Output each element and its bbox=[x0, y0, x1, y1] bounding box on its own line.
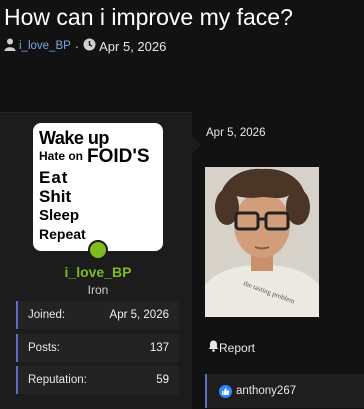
stat-value: 59 bbox=[156, 374, 169, 386]
reaction-user-link[interactable]: anthony267 bbox=[236, 385, 296, 397]
clock-icon bbox=[83, 38, 96, 54]
stat-posts: Posts: 137 bbox=[16, 334, 179, 362]
thread-meta: i_love_BP · Apr 5, 2026 bbox=[4, 38, 166, 54]
avatar[interactable]: Wake up Hate on FOID'S Eat Shit Sleep Re… bbox=[33, 123, 163, 251]
stat-reputation: Reputation: 59 bbox=[16, 366, 179, 394]
stat-label: Joined: bbox=[28, 309, 66, 321]
avatar-text: Wake up bbox=[39, 128, 109, 148]
sidebar-username[interactable]: i_love_BP bbox=[0, 264, 196, 280]
report-button[interactable]: Report bbox=[208, 340, 255, 355]
avatar-text: Eat bbox=[39, 168, 69, 187]
post-date[interactable]: Apr 5, 2026 bbox=[206, 127, 265, 139]
bell-icon bbox=[208, 340, 219, 355]
thread-date[interactable]: Apr 5, 2026 bbox=[99, 39, 166, 54]
post-image[interactable]: the tasting problem bbox=[205, 167, 319, 317]
stat-value: 137 bbox=[149, 342, 169, 354]
avatar-text: Repeat bbox=[39, 226, 86, 242]
thread-title: How can i improve my face? bbox=[4, 4, 293, 30]
meta-separator: · bbox=[74, 38, 80, 54]
report-label: Report bbox=[219, 340, 256, 355]
like-icon bbox=[219, 384, 232, 398]
stat-joined: Joined: Apr 5, 2026 bbox=[16, 301, 179, 329]
sidebar-pointer bbox=[192, 136, 201, 154]
user-rank: Iron bbox=[87, 283, 109, 297]
avatar-text: FOID'S bbox=[87, 146, 150, 167]
avatar-text: Hate on bbox=[39, 149, 84, 163]
author-link[interactable]: i_love_BP bbox=[19, 40, 71, 52]
stat-label: Posts: bbox=[28, 342, 60, 354]
reactions-bar[interactable]: anthony267 bbox=[205, 374, 364, 408]
online-status-dot bbox=[88, 240, 108, 260]
stat-label: Reputation: bbox=[28, 374, 87, 386]
avatar-text: Shit bbox=[39, 187, 72, 206]
user-icon bbox=[4, 38, 16, 54]
stat-value: Apr 5, 2026 bbox=[109, 309, 169, 321]
avatar-text: Sleep bbox=[39, 207, 80, 224]
